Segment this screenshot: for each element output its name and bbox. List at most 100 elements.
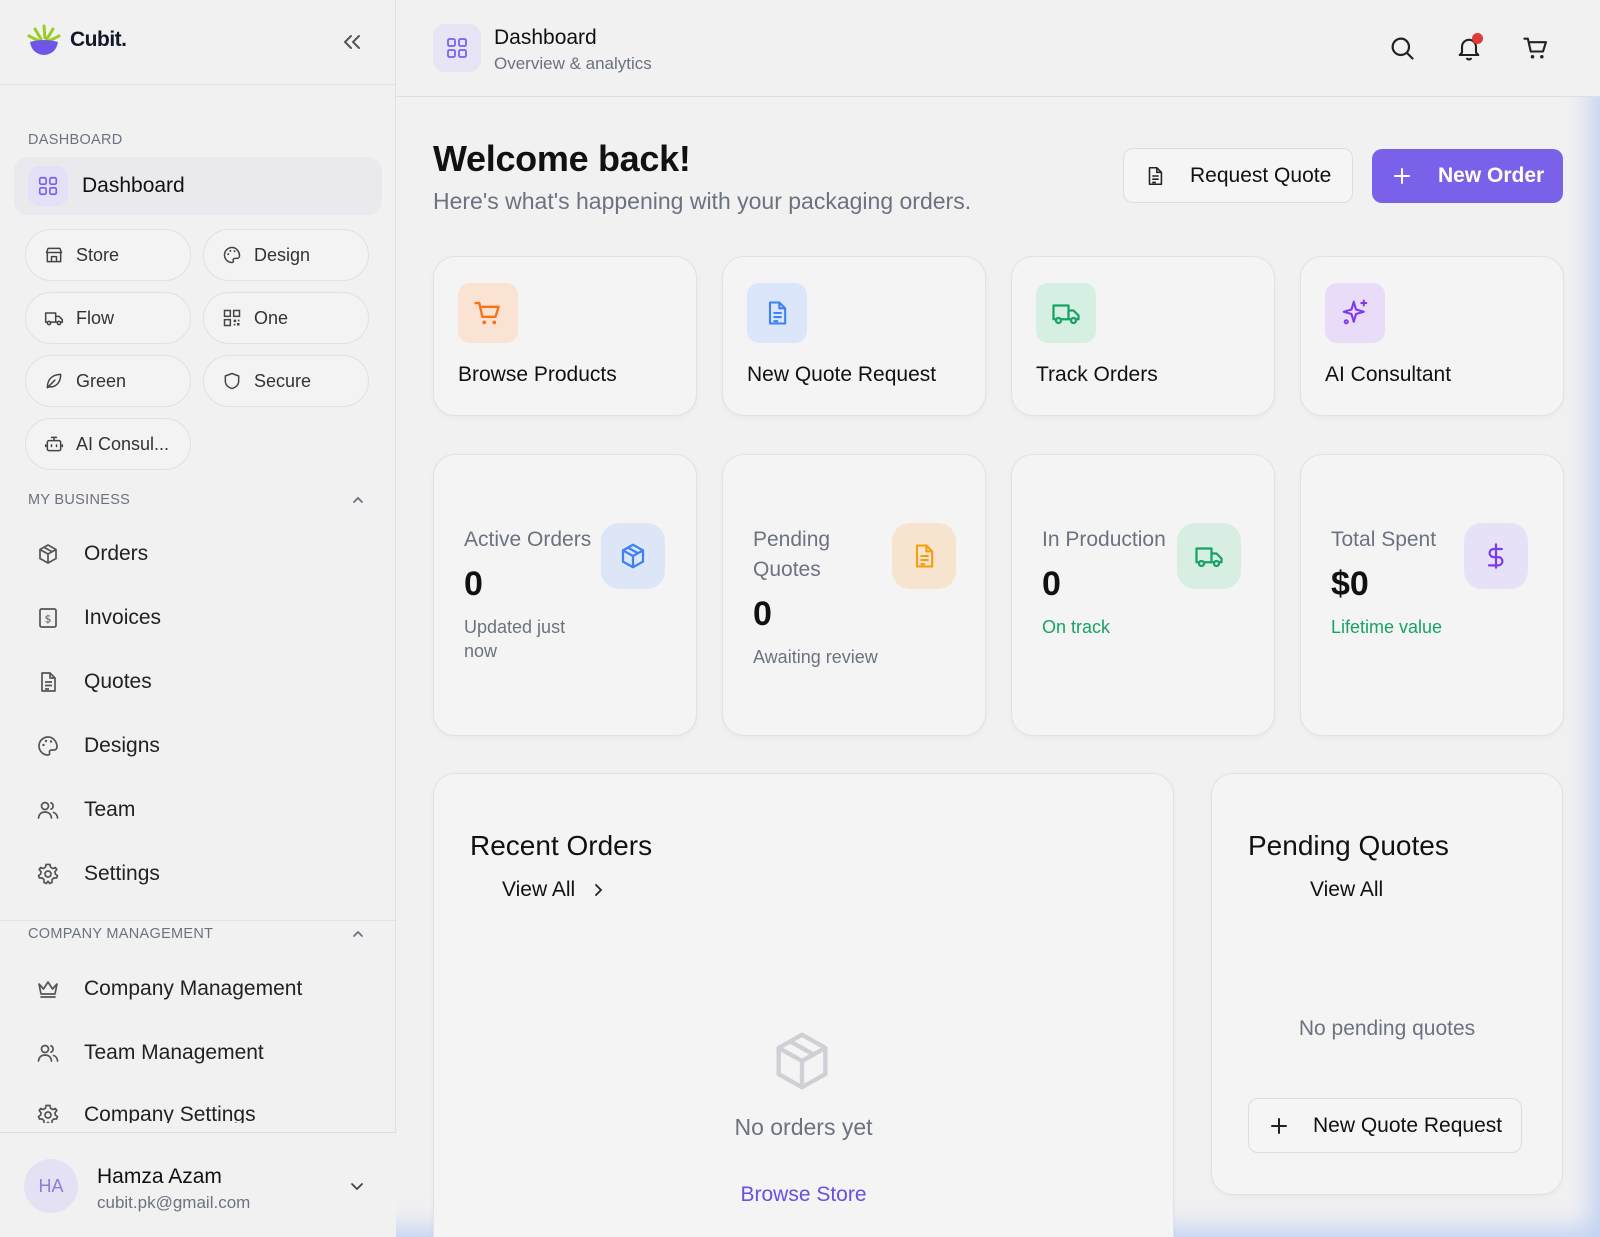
file-text-icon [1148,166,1163,185]
package-icon [601,523,665,589]
dollar-icon [1464,523,1528,589]
search-button[interactable] [1388,34,1418,64]
pill-store[interactable]: Store [25,229,191,281]
new-quote-request-button[interactable]: New Quote Request [1248,1098,1522,1153]
page-title: Dashboard [494,26,597,49]
chevrons-left-icon [344,35,360,49]
stat-value: 0 [753,595,772,633]
plus-icon [1394,168,1410,184]
pill-label: Secure [254,370,312,391]
quick-action-track-orders[interactable]: Track Orders [1011,256,1275,416]
quick-action-label: Browse Products [458,363,617,386]
chevron-up-icon[interactable] [351,927,365,941]
sidebar-item-company-settings[interactable]: Company Settings [36,1103,256,1123]
file-text-icon [41,672,56,692]
chevron-up-icon[interactable] [351,493,365,507]
pill-ai-consultant[interactable]: AI Consul... [25,418,191,470]
file-text-icon [747,283,807,343]
sidebar-item-dashboard[interactable]: Dashboard [14,157,382,215]
empty-state-text: No pending quotes [1298,1017,1476,1040]
pill-label: Design [254,244,311,265]
cart-icon [1523,37,1547,59]
link-label: View All [1310,878,1384,901]
sidebar-item-label: Designs [84,734,160,757]
sidebar-item-label: Orders [84,542,149,565]
panel-title: Pending Quotes [1248,830,1449,861]
recent-orders-panel: Recent Orders View All No orders yet Bro… [433,773,1174,1237]
recent-orders-view-all-link[interactable]: View All [502,878,605,902]
chevron-down-icon[interactable] [348,1177,366,1195]
browse-store-link[interactable]: Browse Store [434,1183,1173,1207]
pill-label: Store [76,244,120,265]
grid-icon [433,24,481,72]
gear-icon [37,1104,59,1123]
notification-badge [1472,33,1483,44]
sidebar-item-company-management[interactable]: Company Management [36,977,302,1001]
quick-action-ai-consultant[interactable]: AI Consultant [1300,256,1564,416]
sidebar-item-label: Quotes [84,670,152,693]
svg-text:$: $ [45,613,52,626]
section-label-company-management: COMPANY MANAGEMENT [28,926,214,942]
pill-secure[interactable]: Secure [203,355,369,407]
user-profile[interactable]: HA Hamza Azam cubit.pk@gmail.com [0,1132,396,1237]
button-label: Request Quote [1190,163,1332,187]
sidebar-item-label: Company Management [84,977,303,1000]
sidebar-item-label: Dashboard [82,174,185,197]
pill-one[interactable]: One [203,292,369,344]
sidebar-item-label: Team [84,798,136,821]
palette-icon [38,736,58,756]
sidebar-item-orders[interactable]: Orders [36,542,148,566]
pending-quotes-panel: Pending Quotes View All No pending quote… [1211,773,1563,1195]
new-order-button[interactable]: New Order [1372,149,1563,203]
brand[interactable]: Cubit. [26,22,127,58]
qr-code-icon [223,309,241,327]
request-quote-button[interactable]: Request Quote [1123,148,1353,203]
section-label-my-business: MY BUSINESS [28,492,131,508]
collapse-sidebar-button[interactable] [340,30,364,54]
pending-quotes-view-all-link[interactable]: View All [1310,878,1383,902]
sparkles-icon [1325,283,1385,343]
welcome-subheading: Here's what's happening with your packag… [433,188,972,214]
welcome-heading: Welcome back! [433,138,691,179]
stat-label: Total Spent [1331,528,1437,551]
sidebar-item-settings[interactable]: Settings [36,862,160,886]
pill-label: Flow [76,307,115,328]
stat-card-active-orders: Active Orders 0 Updated just now [433,454,697,736]
stat-note: Updated just now [464,617,566,661]
button-label: New Quote Request [1313,1113,1503,1137]
pill-flow[interactable]: Flow [25,292,191,344]
sidebar-item-team[interactable]: Team [36,798,135,822]
stat-note: Awaiting review [753,647,878,667]
stat-card-in-production: In Production 0 On track [1011,454,1275,736]
quick-action-new-quote-request[interactable]: New Quote Request [722,256,986,416]
sidebar-item-team-management[interactable]: Team Management [36,1041,264,1065]
sidebar: Cubit. DASHBOARD Dashboard Store Design … [0,0,396,1237]
section-label-dashboard: DASHBOARD [28,132,123,148]
sidebar-item-designs[interactable]: Designs [36,734,160,758]
cart-button[interactable] [1522,34,1552,64]
stat-card-pending-quotes: Pending Quotes 0 Awaiting review [722,454,986,736]
file-text-icon [892,523,956,589]
receipt-icon: $ [39,608,57,628]
sidebar-item-label: Company Settings [84,1103,256,1123]
palette-icon [223,246,241,264]
empty-state-text: No orders yet [734,1114,873,1140]
quick-action-browse-products[interactable]: Browse Products [433,256,697,416]
pill-label: AI Consul... [76,433,170,454]
shield-icon [224,372,240,390]
sidebar-item-invoices[interactable]: $ Invoices [36,606,161,630]
user-email: cubit.pk@gmail.com [97,1193,251,1212]
users-icon [37,801,59,819]
link-label: View All [502,878,576,901]
logo-icon [26,22,62,58]
pill-green[interactable]: Green [25,355,191,407]
pill-design[interactable]: Design [203,229,369,281]
store-icon [45,247,63,263]
topbar: Dashboard Overview & analytics [396,0,1600,97]
sidebar-item-quotes[interactable]: Quotes [36,670,152,694]
stat-label: In Production [1042,528,1166,551]
avatar: HA [24,1159,78,1213]
divider [0,920,396,921]
brand-name: Cubit. [70,28,127,51]
sidebar-item-label: Team Management [84,1041,264,1064]
